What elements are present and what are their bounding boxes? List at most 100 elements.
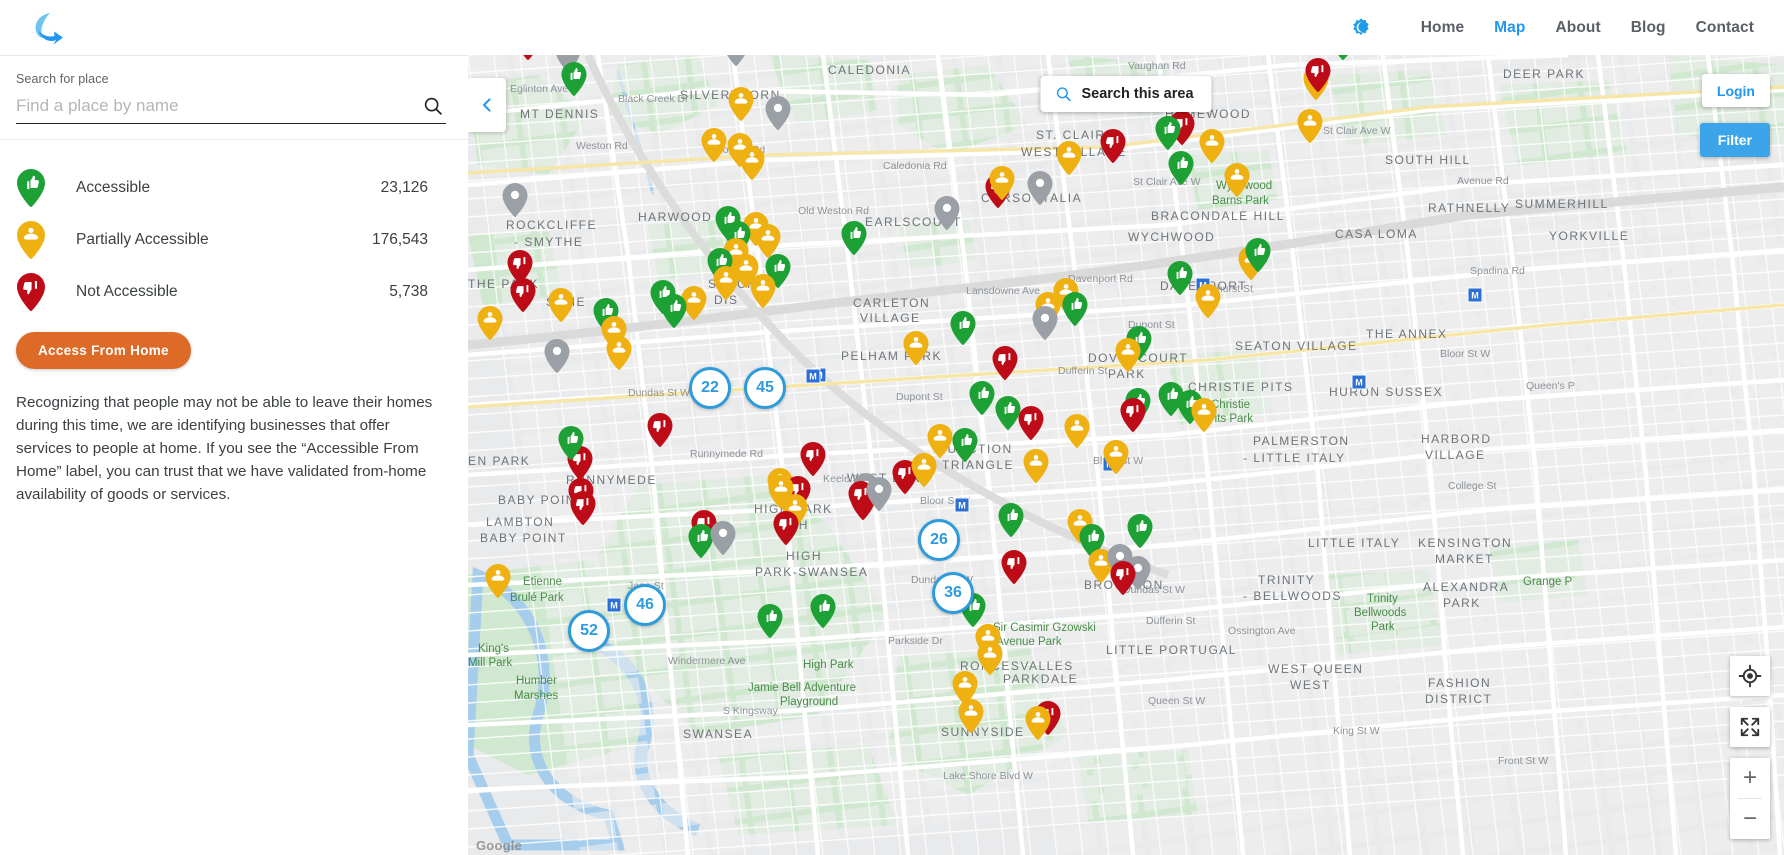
map-pin-red[interactable] — [801, 442, 826, 481]
map-pin-grey[interactable] — [545, 339, 570, 378]
map-pin-green[interactable] — [1168, 261, 1193, 300]
map-pin-yellow[interactable] — [904, 331, 929, 370]
map-pin-grey[interactable] — [935, 196, 960, 235]
map-pin-yellow[interactable] — [740, 146, 765, 185]
map-pin-red[interactable] — [648, 413, 673, 452]
nav-link-map[interactable]: Map — [1494, 19, 1525, 37]
map-pin-yellow[interactable] — [1192, 398, 1217, 437]
map-pin-green[interactable] — [1063, 292, 1088, 331]
map-cluster-marker[interactable]: 26 — [918, 519, 960, 561]
map-pin-yellow[interactable] — [1065, 414, 1090, 453]
map-pin-green[interactable] — [1246, 238, 1271, 277]
map-pin-yellow[interactable] — [751, 274, 776, 313]
map-pin-green[interactable] — [1169, 151, 1194, 190]
map-cluster-marker[interactable]: 45 — [744, 367, 786, 409]
map-pin-green[interactable] — [842, 221, 867, 260]
map-pin-grey[interactable] — [1028, 171, 1053, 210]
map-pin-green[interactable] — [1156, 116, 1181, 155]
transit-station-icon[interactable]: M — [1468, 288, 1483, 303]
map-pin-grey[interactable] — [711, 521, 736, 560]
nav-link-about[interactable]: About — [1555, 19, 1600, 37]
map-pin-yellow[interactable] — [1298, 109, 1323, 148]
map-pin-yellow[interactable] — [1104, 440, 1129, 479]
dark-mode-toggle-icon[interactable] — [1349, 16, 1373, 40]
map-pin-grey[interactable] — [1033, 306, 1058, 345]
legend-row-not-accessible[interactable]: Not Accessible 5,738 — [0, 266, 468, 318]
search-input[interactable] — [16, 94, 420, 118]
access-from-home-button[interactable]: Access From Home — [16, 332, 191, 369]
map-pin-yellow[interactable] — [769, 475, 794, 514]
map-pin-grey[interactable] — [766, 96, 791, 135]
map-pin-yellow[interactable] — [1026, 706, 1051, 745]
map-pin-red[interactable] — [1002, 550, 1027, 589]
map-pin-red[interactable] — [993, 346, 1018, 385]
nav-link-home[interactable]: Home — [1421, 19, 1464, 37]
login-button[interactable]: Login — [1702, 74, 1770, 107]
transit-station-icon[interactable]: M — [806, 369, 821, 384]
map-pin-yellow[interactable] — [1024, 449, 1049, 488]
fullscreen-button[interactable] — [1730, 707, 1770, 747]
map-pin-yellow[interactable] — [478, 306, 503, 345]
map-pin-green[interactable] — [811, 594, 836, 633]
legend-row-partially-accessible[interactable]: Partially Accessible 176,543 — [0, 214, 468, 266]
map-cluster-marker[interactable]: 36 — [932, 572, 974, 614]
nav-link-contact[interactable]: Contact — [1696, 19, 1754, 37]
map-pin-red[interactable] — [516, 55, 541, 65]
map-pin-yellow[interactable] — [1200, 129, 1225, 168]
transit-station-icon[interactable]: M — [607, 598, 622, 613]
search-this-area-button[interactable]: Search this area — [1040, 76, 1211, 112]
filter-button[interactable]: Filter — [1700, 123, 1770, 157]
map-pin-yellow[interactable] — [912, 453, 937, 492]
transit-station-icon[interactable]: M — [955, 498, 970, 513]
map-pin-yellow[interactable] — [1196, 284, 1221, 323]
map-pin-grey[interactable] — [724, 55, 749, 71]
nav-link-blog[interactable]: Blog — [1631, 19, 1666, 37]
map-pin-red[interactable] — [1121, 398, 1146, 437]
map-pin-red[interactable] — [774, 511, 799, 550]
map-cluster-marker[interactable]: 46 — [624, 584, 666, 626]
map-pin-green[interactable] — [951, 311, 976, 350]
map-pin-yellow[interactable] — [714, 266, 739, 305]
legend-row-accessible[interactable]: Accessible 23,126 — [0, 162, 468, 214]
zoom-out-button[interactable]: − — [1730, 799, 1770, 839]
transit-station-icon[interactable]: M — [1352, 375, 1367, 390]
map-pin-green[interactable] — [996, 396, 1021, 435]
brand-logo[interactable] — [16, 0, 78, 55]
map-pin-yellow[interactable] — [978, 641, 1003, 680]
my-location-button[interactable] — [1730, 656, 1770, 696]
map-pin-yellow[interactable] — [486, 564, 511, 603]
map-cluster-marker[interactable]: 22 — [689, 367, 731, 409]
map-canvas[interactable]: CALEDONIASILVERTHORNMT DENNISST. CLAIRWE… — [468, 55, 1784, 855]
map-pin-green[interactable] — [562, 62, 587, 101]
map-pin-red[interactable] — [511, 278, 536, 317]
map-cluster-marker[interactable]: 52 — [568, 610, 610, 652]
map-pin-yellow[interactable] — [1116, 338, 1141, 377]
map-pin-yellow[interactable] — [729, 87, 754, 126]
map-container[interactable]: CALEDONIASILVERTHORNMT DENNISST. CLAIRWE… — [468, 55, 1784, 855]
map-pin-green[interactable] — [758, 604, 783, 643]
map-pin-green[interactable] — [970, 381, 995, 420]
map-pin-grey[interactable] — [503, 183, 528, 222]
map-pin-red[interactable] — [1019, 406, 1044, 445]
map-pin-yellow[interactable] — [702, 128, 727, 167]
map-pin-green[interactable] — [999, 503, 1024, 542]
map-pin-red[interactable] — [1306, 58, 1331, 97]
map-pin-red[interactable] — [571, 491, 596, 530]
collapse-sidebar-button[interactable] — [468, 78, 506, 132]
map-pin-green[interactable] — [1331, 55, 1356, 65]
map-pin-yellow[interactable] — [953, 671, 978, 710]
map-pin-grey[interactable] — [867, 477, 892, 516]
map-pin-green[interactable] — [559, 426, 584, 465]
map-pin-grey[interactable] — [1255, 55, 1280, 60]
map-pin-yellow[interactable] — [549, 288, 574, 327]
map-pin-red[interactable] — [1101, 129, 1126, 168]
map-pin-yellow[interactable] — [607, 336, 632, 375]
map-pin-yellow[interactable] — [1225, 163, 1250, 202]
search-submit-button[interactable] — [420, 95, 446, 117]
map-pin-yellow[interactable] — [1057, 141, 1082, 180]
map-pin-yellow[interactable] — [990, 166, 1015, 205]
map-pin-red[interactable] — [1111, 561, 1136, 600]
map-pin-green[interactable] — [953, 428, 978, 467]
map-pin-green[interactable] — [662, 294, 687, 333]
zoom-in-button[interactable]: + — [1730, 758, 1770, 798]
